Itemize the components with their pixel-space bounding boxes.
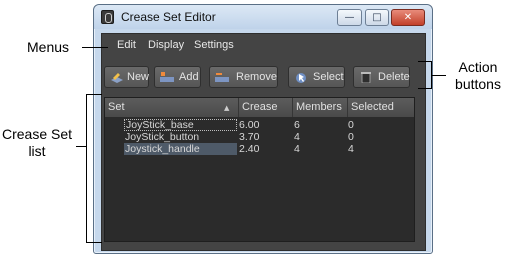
title-bar[interactable]: Crease Set Editor — □ ✕ [94, 5, 432, 29]
selected-count: 0 [348, 131, 354, 143]
select-button[interactable]: Select [288, 66, 345, 88]
menus-leader-line [82, 47, 108, 48]
table-row[interactable]: JoyStick_button 3.70 4 0 [105, 131, 414, 143]
minimize-button[interactable]: — [337, 9, 362, 26]
table-row-selected[interactable]: Joystick_handle 2.40 4 4 [105, 143, 414, 155]
add-button-label: Add [179, 71, 199, 83]
set-name: Joystick_handle [124, 143, 237, 155]
column-header-crease[interactable]: Crease [239, 98, 293, 117]
action-bracket [418, 61, 432, 62]
editor-panel: Edit Display Settings New Add Remove Sel… [101, 33, 426, 251]
add-members-icon [160, 72, 174, 82]
column-header-members[interactable]: Members [293, 98, 348, 117]
list-bracket [86, 94, 87, 242]
remove-button[interactable]: Remove [209, 66, 278, 88]
selected-count: 4 [348, 143, 354, 155]
members-count: 6 [294, 119, 300, 131]
maximize-button[interactable]: □ [365, 9, 389, 26]
remove-members-icon [215, 73, 229, 82]
new-button-label: New [127, 71, 150, 83]
annotation-crease-set-list: Crease Set list [0, 126, 74, 160]
members-count: 4 [294, 143, 300, 155]
delete-icon [361, 72, 371, 83]
close-button[interactable]: ✕ [391, 9, 425, 26]
window-title: Crease Set Editor [121, 10, 216, 24]
annotation-action-buttons: Action buttons [448, 59, 508, 93]
column-header-selected[interactable]: Selected [348, 98, 408, 117]
add-button[interactable]: Add [154, 66, 201, 88]
annotation-menus: Menus [27, 39, 70, 55]
crease-set-list[interactable]: Set ▲ Crease Members Selected JoyStick_b… [104, 97, 415, 242]
new-set-icon [111, 73, 123, 83]
crease-value: 6.00 [239, 119, 260, 131]
members-count: 4 [294, 131, 300, 143]
crease-set-editor-window: Crease Set Editor — □ ✕ Edit Display Set… [93, 4, 433, 254]
menu-edit[interactable]: Edit [117, 39, 136, 51]
annotation-action-line-1: Action [458, 59, 498, 75]
list-bracket [86, 242, 102, 243]
menu-display[interactable]: Display [148, 39, 184, 51]
selected-count: 0 [348, 119, 354, 131]
column-header-set[interactable]: Set [105, 98, 239, 117]
list-header: Set ▲ Crease Members Selected [105, 98, 414, 117]
select-icon [296, 73, 306, 83]
sort-ascending-icon[interactable]: ▲ [224, 104, 229, 112]
list-leader-line [76, 146, 86, 147]
crease-value: 3.70 [239, 131, 260, 143]
new-button[interactable]: New [104, 66, 149, 88]
select-button-label: Select [313, 71, 344, 83]
list-bracket [86, 94, 102, 95]
delete-button[interactable]: Delete [353, 66, 410, 88]
annotation-list-line-1: Crease Set [1, 126, 73, 142]
maya-app-icon [101, 10, 114, 24]
menu-settings[interactable]: Settings [194, 39, 234, 51]
action-leader-line [432, 75, 446, 76]
crease-value: 2.40 [239, 143, 260, 155]
action-bracket [418, 88, 432, 89]
table-row[interactable]: JoyStick_base 6.00 6 0 [105, 119, 414, 131]
remove-button-label: Remove [236, 71, 277, 83]
delete-button-label: Delete [378, 71, 410, 83]
annotation-list-line-2: list [28, 143, 46, 159]
set-name: JoyStick_base [124, 119, 237, 131]
set-name: JoyStick_button [125, 131, 200, 143]
menubar: Edit Display Settings [102, 34, 425, 54]
annotation-action-line-2: buttons [455, 76, 501, 92]
